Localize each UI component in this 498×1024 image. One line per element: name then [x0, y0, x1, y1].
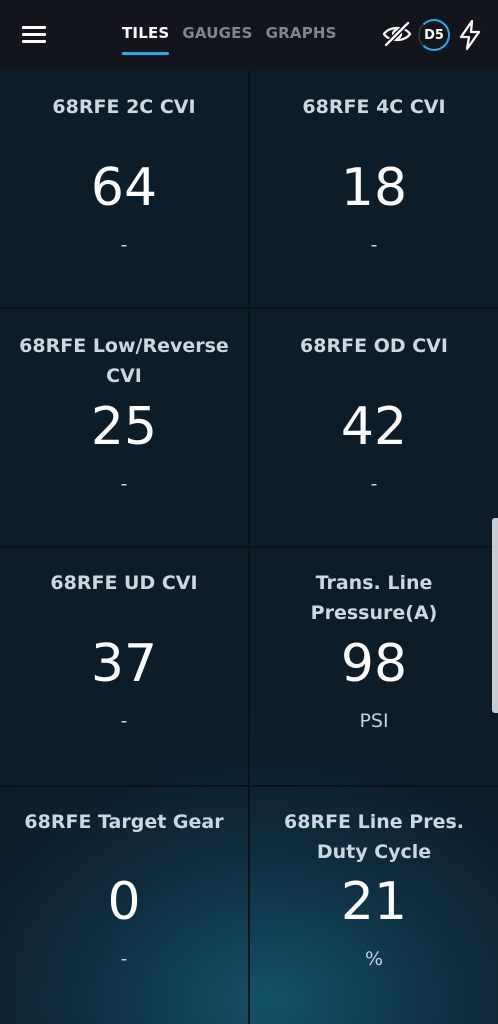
- tile-value: 37: [90, 634, 158, 694]
- top-app-bar: TILES GAUGES GRAPHS D5: [0, 0, 498, 70]
- tile-unit: %: [364, 948, 384, 970]
- tile-68rfe-od-cvi[interactable]: 68RFE OD CVI 42 -: [250, 309, 498, 546]
- grid-divider-horizontal: [0, 546, 498, 548]
- tile-label: 68RFE 2C CVI: [52, 96, 196, 118]
- tab-bar: TILES GAUGES GRAPHS: [122, 24, 350, 55]
- eye-off-icon[interactable]: [382, 21, 412, 47]
- tile-value: 25: [90, 397, 158, 457]
- tile-68rfe-low-reverse-cvi[interactable]: 68RFE Low/Reverse CVI 25 -: [0, 309, 248, 546]
- tab-tiles[interactable]: TILES: [122, 24, 170, 55]
- tile-value: 98: [340, 634, 408, 694]
- tile-68rfe-ud-cvi[interactable]: 68RFE UD CVI 37 -: [0, 548, 248, 785]
- tile-unit: -: [120, 234, 128, 256]
- tile-label: 68RFE Low/Reverse CVI: [19, 335, 229, 387]
- tile-value: 18: [340, 158, 408, 218]
- tile-68rfe-target-gear[interactable]: 68RFE Target Gear 0 -: [0, 787, 248, 1024]
- lightning-bolt-icon[interactable]: [457, 19, 483, 51]
- tile-value: 64: [90, 158, 158, 218]
- grid-divider-horizontal: [0, 307, 498, 309]
- tab-gauges[interactable]: GAUGES: [182, 24, 252, 50]
- tile-label: 68RFE Target Gear: [24, 811, 224, 833]
- tile-unit: -: [370, 473, 378, 495]
- tile-unit: -: [120, 948, 128, 970]
- tile-label: 68RFE OD CVI: [300, 335, 448, 357]
- scrollbar-thumb[interactable]: [492, 518, 498, 713]
- tile-unit: -: [120, 473, 128, 495]
- tile-value: 21: [340, 872, 408, 932]
- tile-value: 42: [340, 397, 408, 457]
- menu-icon[interactable]: [22, 24, 46, 44]
- grid-divider-horizontal: [0, 785, 498, 787]
- badge-label: D5: [424, 27, 444, 43]
- tile-68rfe-4c-cvi[interactable]: 68RFE 4C CVI 18 -: [250, 70, 498, 307]
- tile-68rfe-line-pres-duty-cycle[interactable]: 68RFE Line Pres. Duty Cycle 21 %: [250, 787, 498, 1024]
- tile-label: Trans. Line Pressure(A): [310, 572, 438, 624]
- tile-trans-line-pressure[interactable]: Trans. Line Pressure(A) 98 PSI: [250, 548, 498, 785]
- tile-value: 0: [107, 872, 141, 932]
- tile-label: 68RFE UD CVI: [50, 572, 198, 594]
- tile-68rfe-2c-cvi[interactable]: 68RFE 2C CVI 64 -: [0, 70, 248, 307]
- tab-graphs[interactable]: GRAPHS: [266, 24, 337, 50]
- tile-unit: PSI: [359, 710, 389, 732]
- device-status-badge[interactable]: D5: [418, 19, 450, 51]
- tile-label: 68RFE 4C CVI: [302, 96, 446, 118]
- app-screen: TILES GAUGES GRAPHS D5 68RFE 2C CVI 64 -…: [0, 0, 498, 1024]
- tile-unit: -: [370, 234, 378, 256]
- tile-unit: -: [120, 710, 128, 732]
- tile-label: 68RFE Line Pres. Duty Cycle: [284, 811, 464, 863]
